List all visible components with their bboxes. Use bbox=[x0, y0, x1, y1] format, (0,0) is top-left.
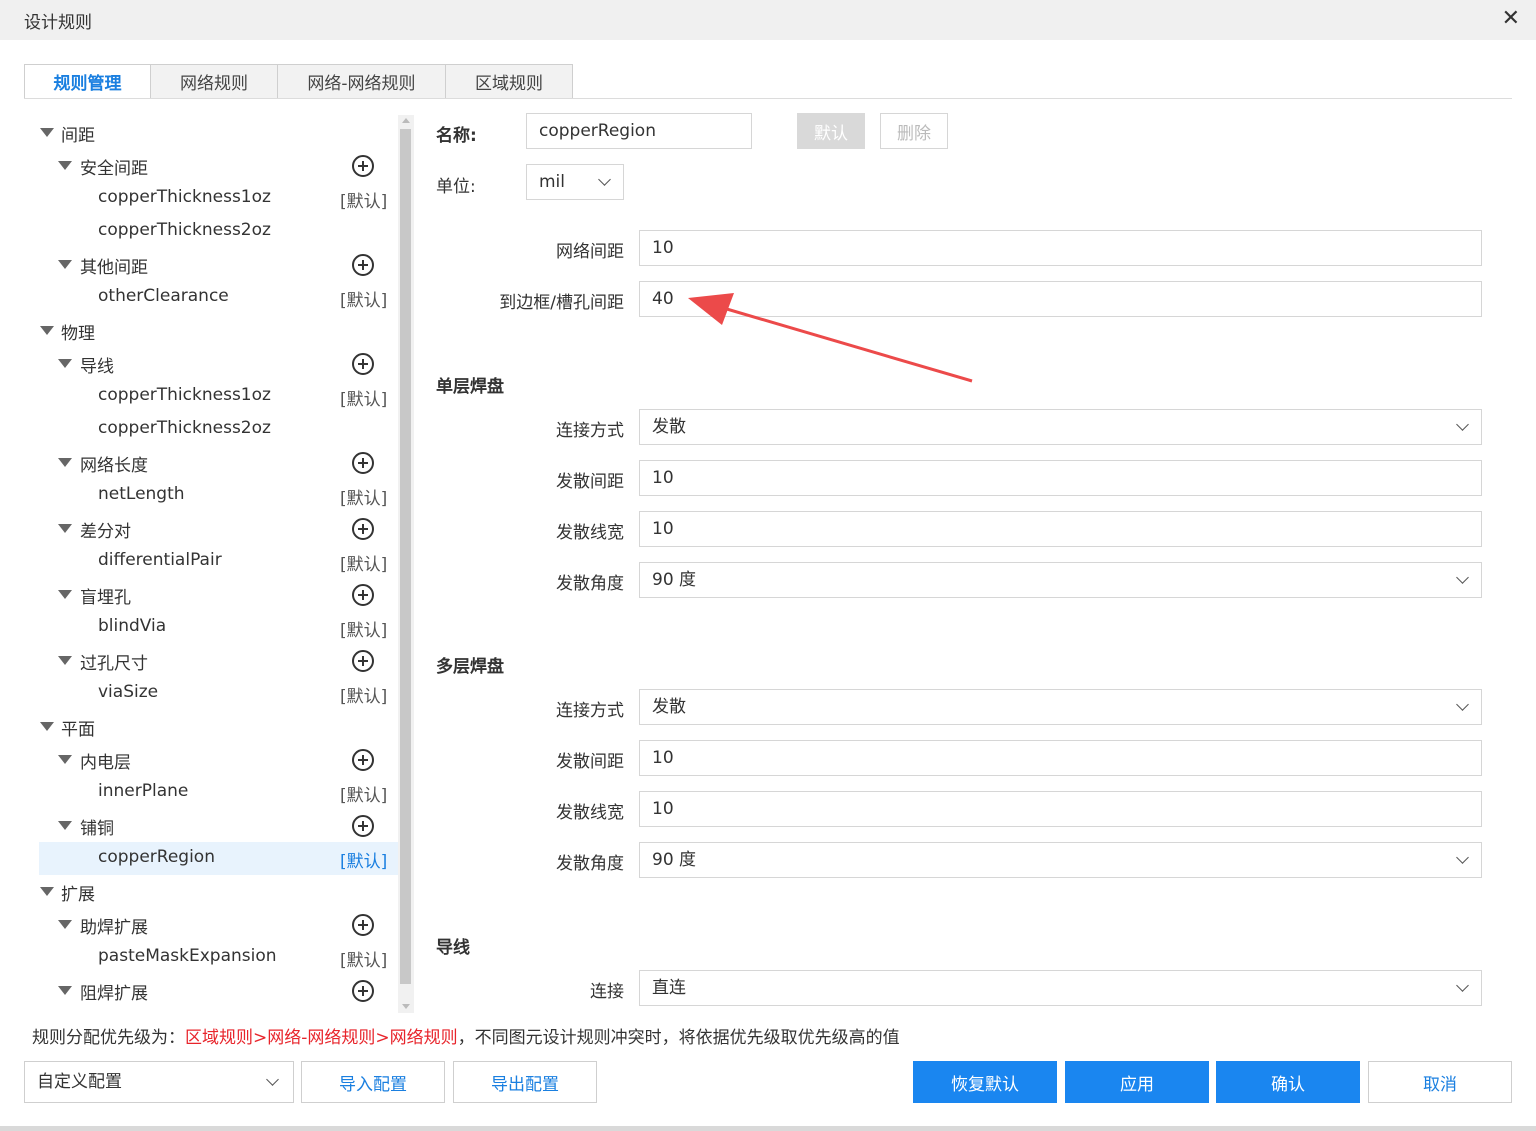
priority-note: 规则分配优先级为：区域规则>网络-网络规则>网络规则，不同图元设计规则冲突时，将… bbox=[32, 1023, 900, 1048]
confirm-button[interactable]: 确认 bbox=[1216, 1061, 1360, 1103]
priority-note-prefix: 规则分配优先级为： bbox=[32, 1028, 185, 1048]
annotation-arrow bbox=[688, 293, 973, 383]
annotation-arrow-head bbox=[688, 293, 734, 325]
config-select-value: 自定义配置 bbox=[37, 1072, 122, 1092]
restore-default-button[interactable]: 恢复默认 bbox=[913, 1061, 1057, 1103]
bottom-border bbox=[0, 1126, 1536, 1131]
priority-note-suffix: ，不同图元设计规则冲突时，将依据优先级取优先级高的值 bbox=[457, 1028, 900, 1048]
export-config-button[interactable]: 导出配置 bbox=[453, 1061, 597, 1103]
annotation-arrow-line bbox=[719, 305, 973, 383]
cancel-button[interactable]: 取消 bbox=[1368, 1061, 1512, 1103]
import-config-button[interactable]: 导入配置 bbox=[301, 1061, 445, 1103]
config-select[interactable]: 自定义配置 bbox=[24, 1061, 294, 1103]
priority-order: 区域规则>网络-网络规则>网络规则 bbox=[185, 1028, 458, 1048]
chevron-down-icon bbox=[266, 1073, 279, 1086]
apply-button[interactable]: 应用 bbox=[1065, 1061, 1209, 1103]
